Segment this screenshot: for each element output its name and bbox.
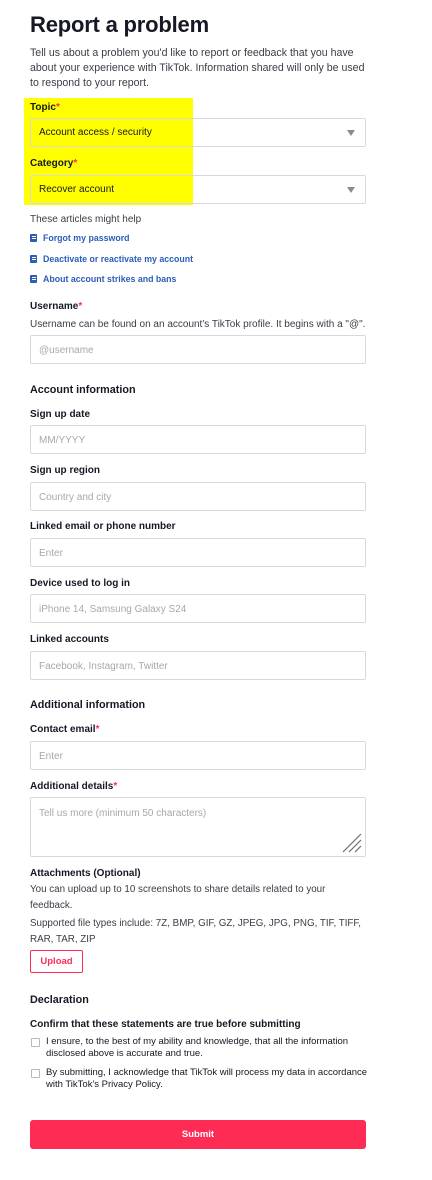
required-mark: *	[73, 158, 78, 169]
statement-privacy-text: By submitting, I acknowledge that TikTok…	[46, 1067, 368, 1090]
additional-details-label: Additional details*	[30, 781, 118, 792]
additional-details-placeholder: Tell us more (minimum 50 characters)	[39, 808, 207, 819]
attachments-help: You can upload up to 10 screenshots to s…	[30, 884, 326, 911]
submit-button[interactable]: Submit	[30, 1120, 366, 1149]
required-mark: *	[113, 781, 118, 792]
topic-select[interactable]: Account access / security	[30, 118, 366, 147]
device-label: Device used to log in	[30, 578, 131, 589]
device-input[interactable]: iPhone 14, Samsung Galaxy S24	[30, 594, 366, 623]
category-value: Recover account	[39, 184, 115, 195]
declaration-confirm-text: Confirm that these statements are true b…	[30, 1019, 301, 1030]
signup-date-label: Sign up date	[30, 409, 90, 420]
linked-email-label: Linked email or phone number	[30, 521, 176, 532]
signup-date-placeholder: MM/YYYY	[39, 434, 86, 446]
article-link-forgot-password[interactable]: Forgot my password	[30, 233, 130, 243]
intro-text: Tell us about a problem you'd like to re…	[30, 47, 365, 89]
signup-region-label: Sign up region	[30, 465, 100, 476]
contact-email-input[interactable]: Enter	[30, 741, 366, 770]
contact-email-label: Contact email*	[30, 724, 100, 735]
category-select[interactable]: Recover account	[30, 175, 366, 204]
statement-accuracy-text: I ensure, to the best of my ability and …	[46, 1036, 349, 1059]
caret-down-icon	[347, 187, 355, 193]
statement-accuracy-checkbox[interactable]	[31, 1038, 40, 1047]
resize-grip-icon[interactable]	[340, 831, 362, 853]
article-link-deactivate[interactable]: Deactivate or reactivate my account	[30, 254, 193, 264]
signup-date-input[interactable]: MM/YYYY	[30, 425, 366, 454]
linked-accounts-placeholder: Facebook, Instagram, Twitter	[39, 660, 168, 672]
declaration-heading: Declaration	[30, 994, 89, 1006]
document-icon	[30, 275, 37, 283]
topic-label: Topic*	[30, 102, 60, 113]
linked-email-input[interactable]: Enter	[30, 538, 366, 567]
articles-heading: These articles might help	[30, 214, 142, 225]
category-label: Category*	[30, 158, 78, 169]
attachments-label: Attachments (Optional)	[30, 868, 141, 879]
article-link-strikes[interactable]: About account strikes and bans	[30, 274, 176, 284]
username-placeholder: @username	[39, 344, 94, 356]
linked-email-placeholder: Enter	[39, 547, 63, 559]
additional-details-textarea[interactable]: Tell us more (minimum 50 characters)	[30, 797, 366, 857]
linked-accounts-input[interactable]: Facebook, Instagram, Twitter	[30, 651, 366, 680]
required-mark: *	[78, 301, 83, 312]
additional-information-heading: Additional information	[30, 699, 146, 711]
caret-down-icon	[347, 130, 355, 136]
attachments-file-types: Supported file types include: 7Z, BMP, G…	[30, 918, 362, 945]
signup-region-input[interactable]: Country and city	[30, 482, 366, 511]
topic-value: Account access / security	[39, 127, 152, 138]
required-mark: *	[55, 102, 60, 113]
device-placeholder: iPhone 14, Samsung Galaxy S24	[39, 603, 187, 615]
document-icon	[30, 255, 37, 263]
account-information-heading: Account information	[30, 384, 136, 396]
required-mark: *	[95, 724, 100, 735]
linked-accounts-label: Linked accounts	[30, 634, 109, 645]
statement-privacy-checkbox[interactable]	[31, 1069, 40, 1078]
page-title: Report a problem	[30, 12, 209, 37]
signup-region-placeholder: Country and city	[39, 491, 112, 503]
username-help: Username can be found on an account's Ti…	[30, 319, 366, 330]
document-icon	[30, 234, 37, 242]
username-label: Username*	[30, 301, 83, 312]
username-input[interactable]: @username	[30, 335, 366, 364]
contact-email-placeholder: Enter	[39, 750, 63, 762]
upload-button[interactable]: Upload	[30, 950, 83, 973]
